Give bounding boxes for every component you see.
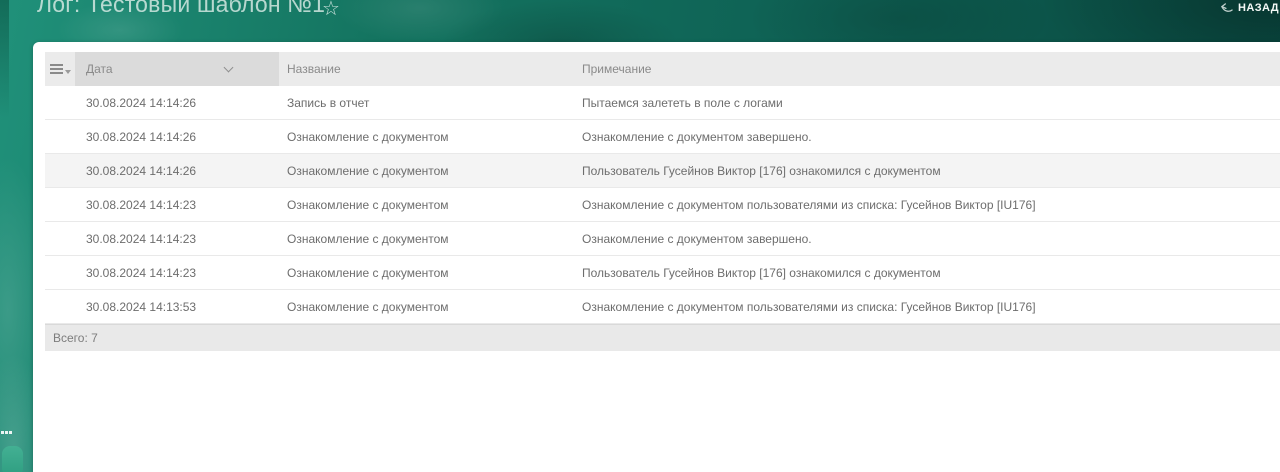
hamburger-icon <box>49 64 63 74</box>
column-header-note[interactable]: Примечание <box>574 52 1280 86</box>
cell-date: 30.08.2024 14:14:26 <box>86 129 197 144</box>
cell-name: Ознакомление с документом <box>287 265 449 280</box>
drag-handle-dots-icon[interactable] <box>1 431 12 434</box>
table-row[interactable]: 30.08.2024 14:14:26 Ознакомление с докум… <box>45 154 1280 188</box>
cell-date: 30.08.2024 14:14:23 <box>86 231 197 246</box>
app-window: Лог: Тестовый шаблон №1 ☆ НАЗАД Дата Наз… <box>0 0 1280 472</box>
table-row[interactable]: 30.08.2024 14:14:23 Ознакомление с докум… <box>45 256 1280 290</box>
cell-name: Запись в отчет <box>287 95 370 110</box>
table-row[interactable]: 30.08.2024 14:13:53 Ознакомление с докум… <box>45 290 1280 324</box>
log-table: Дата Название Примечание 30.08.2024 14:1… <box>45 52 1280 351</box>
cell-note: Пользователь Гусейнов Виктор [176] ознак… <box>582 163 941 178</box>
favorite-star-icon[interactable]: ☆ <box>322 0 340 19</box>
sort-chevron-icon[interactable] <box>223 62 234 73</box>
cell-date: 30.08.2024 14:14:23 <box>86 265 197 280</box>
page-title: Лог: Тестовый шаблон №1 <box>37 0 326 17</box>
cell-date: 30.08.2024 14:13:53 <box>86 299 197 314</box>
cell-date: 30.08.2024 14:14:26 <box>86 95 197 110</box>
background-edge-shade <box>0 0 9 118</box>
back-arrow-icon <box>1221 3 1233 12</box>
cell-name: Ознакомление с документом <box>287 231 449 246</box>
column-header-name[interactable]: Название <box>279 52 574 86</box>
cell-name: Ознакомление с документом <box>287 129 449 144</box>
cell-name: Ознакомление с документом <box>287 197 449 212</box>
cell-note: Ознакомление с документом пользователями… <box>582 299 1036 314</box>
bottom-left-button[interactable] <box>2 446 23 472</box>
columns-menu-button[interactable] <box>45 52 75 86</box>
column-header-name-label: Название <box>287 62 341 76</box>
cell-date: 30.08.2024 14:14:26 <box>86 163 197 178</box>
cell-note: Ознакомление с документом пользователями… <box>582 197 1036 212</box>
cell-note: Пользователь Гусейнов Виктор [176] ознак… <box>582 265 941 280</box>
cell-note: Ознакомление с документом завершено. <box>582 129 812 144</box>
cell-name: Ознакомление с документом <box>287 299 449 314</box>
cell-note: Ознакомление с документом завершено. <box>582 231 812 246</box>
column-header-date[interactable]: Дата <box>75 52 279 86</box>
column-header-date-label: Дата <box>86 62 113 76</box>
total-count-label: Всего: 7 <box>53 331 98 345</box>
table-header: Дата Название Примечание <box>45 52 1280 86</box>
column-header-note-label: Примечание <box>582 62 652 76</box>
back-button[interactable]: НАЗАД <box>1220 2 1279 14</box>
cell-date: 30.08.2024 14:14:23 <box>86 197 197 212</box>
table-row[interactable]: 30.08.2024 14:14:23 Ознакомление с докум… <box>45 188 1280 222</box>
cell-name: Ознакомление с документом <box>287 163 449 178</box>
log-panel: Дата Название Примечание 30.08.2024 14:1… <box>33 42 1280 472</box>
table-row[interactable]: 30.08.2024 14:14:23 Ознакомление с докум… <box>45 222 1280 256</box>
cell-note: Пытаемся залететь в поле с логами <box>582 95 783 110</box>
table-footer: Всего: 7 <box>45 324 1280 351</box>
table-row[interactable]: 30.08.2024 14:14:26 Ознакомление с докум… <box>45 120 1280 154</box>
back-button-label: НАЗАД <box>1238 2 1279 14</box>
menu-caret-icon <box>64 70 71 74</box>
table-row[interactable]: 30.08.2024 14:14:26 Запись в отчет Пытае… <box>45 86 1280 120</box>
